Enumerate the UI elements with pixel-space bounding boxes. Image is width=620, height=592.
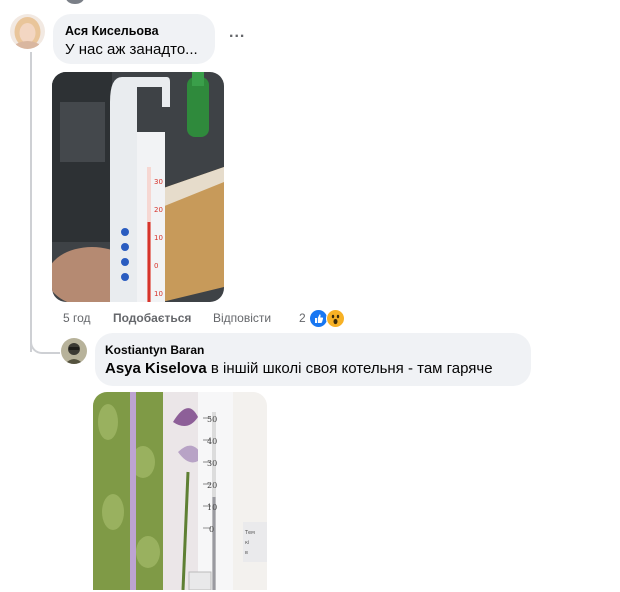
avatar[interactable]	[61, 338, 87, 364]
thread-connector	[30, 52, 32, 352]
wow-icon	[326, 309, 345, 328]
thermometer-photo: 30 20 10 0 10	[52, 72, 224, 302]
svg-text:10: 10	[154, 234, 163, 242]
svg-text:Тем: Тем	[244, 530, 255, 536]
reply-body: в іншій школі своя котельня - там гаряче	[206, 360, 493, 377]
avatar[interactable]	[10, 14, 45, 49]
svg-text:50: 50	[207, 415, 217, 424]
thread-connector-curve	[30, 320, 60, 354]
reply-text: Asya Kiselova в іншій школі своя котельн…	[105, 360, 493, 377]
reaction-count[interactable]: 2	[299, 311, 306, 325]
comment-photo[interactable]: 30 20 10 0 10	[52, 72, 224, 302]
svg-text:30: 30	[207, 459, 217, 468]
cropped-avatar	[66, 0, 84, 4]
svg-text:10: 10	[154, 290, 163, 298]
mention-link[interactable]: Asya Kiselova	[105, 360, 207, 377]
svg-text:20: 20	[154, 206, 163, 214]
like-button[interactable]: Подобається	[113, 311, 191, 325]
svg-text:40: 40	[207, 437, 217, 446]
reply-bubble: Kostiantyn Baran Asya Kiselova в іншій ш…	[95, 333, 531, 386]
svg-text:0: 0	[154, 262, 158, 270]
comment-thread: { "comment": { "author": "Ася Кисельова"…	[0, 0, 620, 592]
svg-text:кі: кі	[245, 540, 249, 546]
svg-text:0: 0	[209, 525, 214, 534]
wall-thermometer-photo: 50 40 30 20 10 0 Тем кі в	[93, 392, 267, 590]
reply-photo[interactable]: 50 40 30 20 10 0 Тем кі в	[93, 392, 267, 590]
svg-text:в: в	[245, 550, 248, 556]
comment-bubble: Ася Кисельова У нас аж занадто...	[53, 14, 215, 64]
reply-author[interactable]: Kostiantyn Baran	[105, 343, 204, 357]
comment-time[interactable]: 5 год	[63, 311, 91, 325]
comment-text: У нас аж занадто...	[65, 41, 198, 58]
svg-text:20: 20	[207, 481, 217, 490]
svg-text:10: 10	[207, 503, 217, 512]
comment-author[interactable]: Ася Кисельова	[65, 24, 159, 38]
reply-button[interactable]: Відповісти	[213, 311, 271, 325]
more-options-button[interactable]: ...	[229, 24, 245, 42]
svg-text:30: 30	[154, 178, 163, 186]
